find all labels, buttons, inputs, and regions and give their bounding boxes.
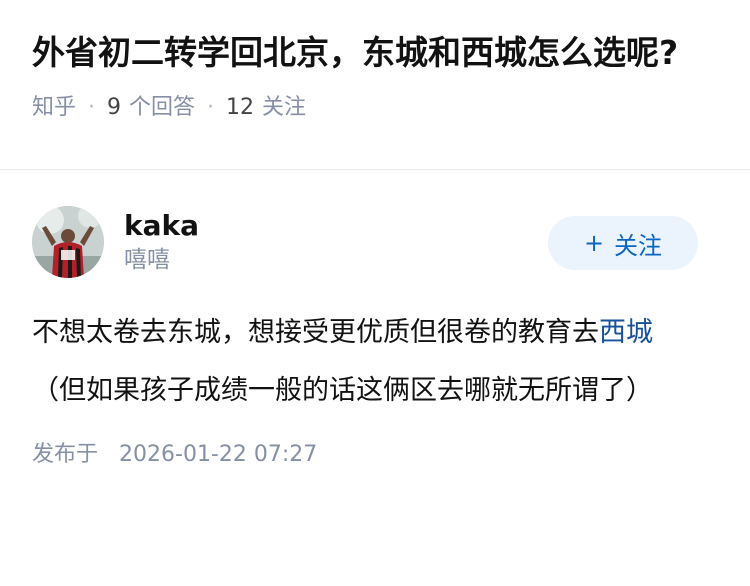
meta-separator: · bbox=[207, 95, 215, 120]
avatar-image bbox=[32, 206, 104, 278]
publish-time: 2026-01-22 07:27 bbox=[119, 442, 318, 467]
follow-count-label: 关注 bbox=[262, 95, 307, 120]
question-meta: 知乎 · 9 个回答 · 12 关注 bbox=[32, 94, 718, 122]
answer-card: kaka 嘻嘻 + 关注 不想太卷去东城，想接受更优质但很卷的教育去西城 （但如果… bbox=[0, 170, 750, 470]
follow-button-label: 关注 bbox=[614, 231, 663, 260]
follow-count: 12 bbox=[226, 95, 255, 120]
question-title[interactable]: 外省初二转学回北京，东城和西城怎么选呢? bbox=[32, 30, 712, 76]
follow-button[interactable]: + 关注 bbox=[548, 216, 698, 270]
question-header: 外省初二转学回北京，东城和西城怎么选呢? 知乎 · 9 个回答 · 12 关注 bbox=[0, 0, 750, 170]
author-info: kaka 嘻嘻 bbox=[124, 209, 199, 275]
answer-count: 9 bbox=[107, 95, 122, 120]
avatar[interactable] bbox=[32, 206, 104, 278]
author-name[interactable]: kaka bbox=[124, 209, 199, 243]
publish-label: 发布于 bbox=[32, 442, 99, 467]
answer-text-part2: （但如果孩子成绩一般的话这俩区去哪就无所谓了） bbox=[32, 375, 653, 406]
author-bio: 嘻嘻 bbox=[124, 247, 170, 273]
answer-text-part1: 不想太卷去东城，想接受更优质但很卷的教育去 bbox=[32, 317, 599, 348]
keyword-link[interactable]: 西城 bbox=[599, 317, 653, 348]
answer-count-label[interactable]: 个回答 bbox=[129, 94, 195, 122]
answer-content: 不想太卷去东城，想接受更优质但很卷的教育去西城 （但如果孩子成绩一般的话这俩区去哪… bbox=[32, 304, 702, 420]
meta-separator: · bbox=[88, 95, 96, 120]
source-label[interactable]: 知乎 bbox=[32, 94, 76, 122]
plus-icon: + bbox=[583, 229, 605, 257]
publish-info: 发布于 2026-01-22 07:27 bbox=[32, 440, 718, 470]
